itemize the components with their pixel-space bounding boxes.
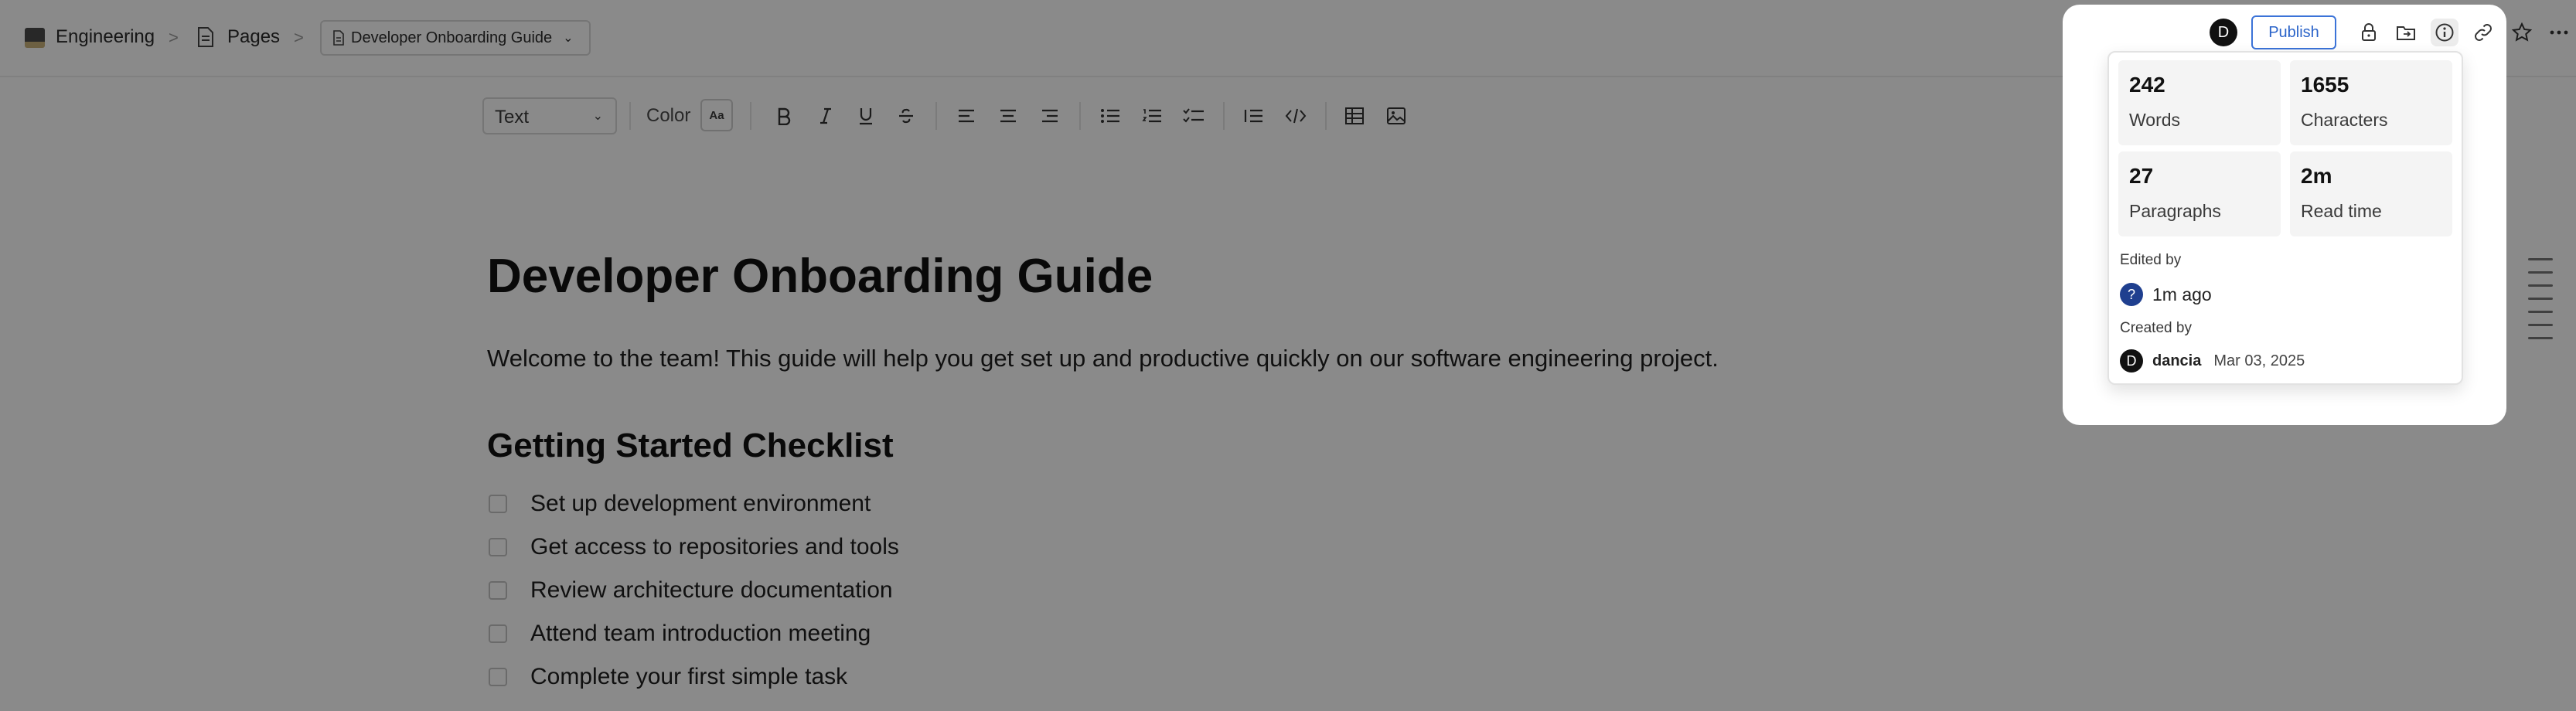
document-info-popover: 242 Words 1655 Characters 27 Paragraphs … — [2107, 51, 2463, 385]
stat-label: Characters — [2301, 110, 2388, 130]
edited-time: 1m ago — [2152, 284, 2212, 304]
unknown-user-avatar: ? — [2120, 283, 2143, 306]
move-folder-icon[interactable] — [2392, 19, 2420, 46]
stat-card-characters: 1655 Characters — [2290, 60, 2452, 145]
edited-by-label: Edited by — [2120, 252, 2182, 268]
stat-value: 27 — [2129, 164, 2154, 188]
created-by-label: Created by — [2120, 320, 2192, 336]
stat-label: Paragraphs — [2129, 201, 2221, 221]
stat-card-words: 242 Words — [2118, 60, 2281, 145]
edited-by-row: ? 1m ago — [2120, 283, 2212, 306]
created-date: Mar 03, 2025 — [2213, 352, 2305, 369]
created-by-row: D dancia Mar 03, 2025 — [2120, 349, 2305, 373]
stat-value: 1655 — [2301, 73, 2349, 97]
avatar: D — [2120, 349, 2143, 373]
info-icon[interactable] — [2431, 19, 2458, 46]
avatar[interactable]: D — [2210, 19, 2237, 46]
creator-name: dancia — [2152, 352, 2202, 369]
stat-label: Words — [2129, 110, 2181, 130]
publish-button[interactable]: Publish — [2251, 15, 2336, 49]
stat-card-read-time: 2m Read time — [2290, 151, 2452, 236]
stat-label: Read time — [2301, 201, 2382, 221]
stat-value: 2m — [2301, 164, 2332, 188]
stat-card-paragraphs: 27 Paragraphs — [2118, 151, 2281, 236]
stat-value: 242 — [2129, 73, 2165, 97]
link-icon[interactable] — [2469, 19, 2497, 46]
lock-icon[interactable] — [2355, 19, 2383, 46]
